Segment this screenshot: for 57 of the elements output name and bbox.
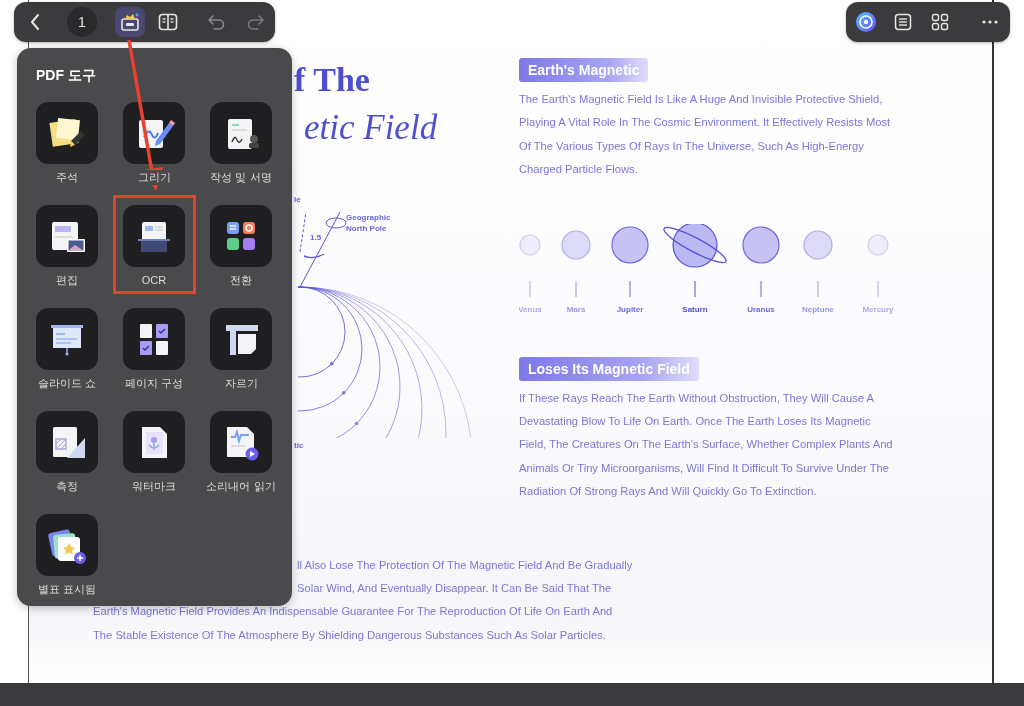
tool-label: 전환 <box>229 273 253 288</box>
toolbox-icon <box>120 13 140 31</box>
tool-tile[interactable] <box>36 205 98 267</box>
list-icon <box>894 13 912 31</box>
tool-label: 주석 <box>55 170 79 185</box>
tool-tile[interactable] <box>210 205 272 267</box>
tool-label: 자르기 <box>223 376 259 391</box>
paragraph: The Earth's Magnetic Field Is Like A Huge And Invisible Protective Shield, Playing A Vital Role In The Cosmic Environment. It Effectively Resists Most Of The Various Types Of Rays In The Universe, Such As High-Energy Charged Particle Flows. <box>519 92 892 178</box>
diagram-label: le <box>294 195 301 204</box>
paragraph: Earth's Magnetic Field Provides An Indispensable Guarantee For The Reproduction Of Life On Earth And The Stable Existence Of The Atmosphere By Shielding Dangerous Substances Such As Solar Particles. <box>93 604 613 643</box>
angle-label: 1.5 <box>310 233 322 242</box>
toolbox-button[interactable] <box>115 7 145 37</box>
ai-assistant-icon <box>855 11 877 33</box>
tool-label: 페이지 구성 <box>123 376 185 391</box>
paragraph: ll Also Lose The Protection Of The Magnetic Field And Be Gradually Solar Wind, And Eventually Disappear. It Can Be Said That The <box>297 557 633 597</box>
tool-label: 별표 표시됨 <box>36 582 98 597</box>
tool-tile[interactable] <box>123 205 185 267</box>
tool-tile[interactable] <box>210 308 272 370</box>
tool-tile[interactable] <box>36 308 98 370</box>
tool-label: 측정 <box>55 479 79 494</box>
planet-label: Mars <box>566 304 586 314</box>
planet-label: Saturn <box>682 304 708 314</box>
book-icon <box>158 13 178 31</box>
tool-tile[interactable] <box>123 411 185 473</box>
tool-label: 소리내어 읽기 <box>205 479 277 494</box>
undo-icon <box>207 14 225 30</box>
tool-label: 워터마크 <box>131 479 177 494</box>
section-heading: Loses Its Magnetic Field <box>519 356 699 381</box>
diagram-label: tic <box>294 441 304 450</box>
panel-title: PDF 도구 <box>36 67 97 83</box>
section-heading: Earth's Magnetic <box>519 58 649 82</box>
grid-icon <box>931 13 949 31</box>
planet-label: Uranus <box>747 304 775 314</box>
tool-label: 그리기 <box>136 170 172 185</box>
planet-label: Neptune <box>802 304 834 314</box>
page-number-button[interactable]: 1 <box>67 7 97 37</box>
planet-label: Mercury <box>862 304 894 314</box>
tool-label: 작성 및 서명 <box>209 170 273 185</box>
tool-tile[interactable] <box>123 102 185 164</box>
diagram-label: North Pole <box>346 224 387 233</box>
document-title: f The <box>294 60 371 100</box>
paragraph: If These Rays Reach The Earth Without Obstruction, They Will Cause A Devastating Blow To Life On Earth. Once The Earth Loses Its Magnetic Field, The Creatures On The Earth's Surface, Whether Complex Plants And Animals Or Tiny Microorganisms, Will Find It Difficult To Survive Under The Radiation Of Strong Rays And Will Quickly Go To Extinction. <box>519 390 894 500</box>
tool-tile[interactable] <box>123 308 185 370</box>
diagram-label: Geographic <box>346 213 391 222</box>
tool-tile[interactable] <box>210 411 272 473</box>
tool-tile[interactable] <box>210 102 272 164</box>
planet-label: Venus <box>519 304 542 314</box>
back-icon <box>29 13 41 31</box>
planet-label: Jupiter <box>616 304 644 314</box>
more-icon <box>982 20 998 24</box>
tool-tile[interactable] <box>36 514 98 576</box>
tool-tile[interactable] <box>36 411 98 473</box>
tool-label: 편집 <box>55 273 79 288</box>
tool-tile[interactable] <box>36 102 98 164</box>
document-title: etic Field <box>304 107 439 149</box>
redo-icon <box>247 14 265 30</box>
tool-label: 슬라이드 쇼 <box>36 376 98 391</box>
